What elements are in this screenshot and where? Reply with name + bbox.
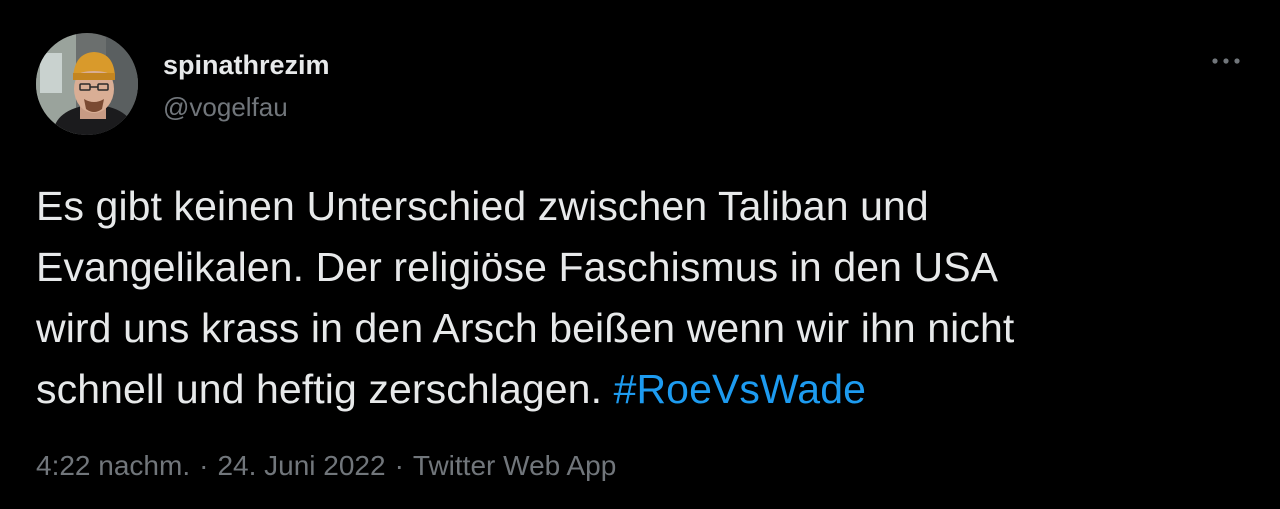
tweet-text-last-line: schnell und heftig zerschlagen. #RoeVsWa… bbox=[36, 359, 1246, 420]
tweet-source[interactable]: Twitter Web App bbox=[413, 450, 616, 481]
user-avatar[interactable] bbox=[36, 33, 138, 135]
tweet-time[interactable]: 4:22 nachm. bbox=[36, 450, 190, 481]
tweet-text: Es gibt keinen Unterschied zwischen Tali… bbox=[36, 176, 1246, 420]
tweet-card: spinathrezim @vogelfau Es gibt keinen Un… bbox=[0, 0, 1280, 509]
tweet-date[interactable]: 24. Juni 2022 bbox=[217, 450, 385, 481]
more-options-button[interactable] bbox=[1204, 45, 1248, 77]
author-handle[interactable]: @vogelfau bbox=[163, 92, 288, 122]
author-display-name[interactable]: spinathrezim bbox=[163, 49, 330, 81]
tweet-text-line: wird uns krass in den Arsch beißen wenn … bbox=[36, 305, 1015, 351]
meta-separator: · bbox=[394, 450, 404, 481]
more-options-icon bbox=[1211, 57, 1241, 65]
tweet-text-line: Es gibt keinen Unterschied zwischen Tali… bbox=[36, 183, 929, 229]
tweet-text-line: Evangelikalen. Der religiöse Faschismus … bbox=[36, 244, 999, 290]
hashtag-link[interactable]: #RoeVsWade bbox=[614, 366, 866, 412]
tweet-metadata: 4:22 nachm. · 24. Juni 2022 · Twitter Web Ap… bbox=[36, 448, 616, 484]
tweet-text-line: schnell und heftig zerschlagen. bbox=[36, 366, 614, 412]
meta-separator: · bbox=[199, 450, 209, 481]
